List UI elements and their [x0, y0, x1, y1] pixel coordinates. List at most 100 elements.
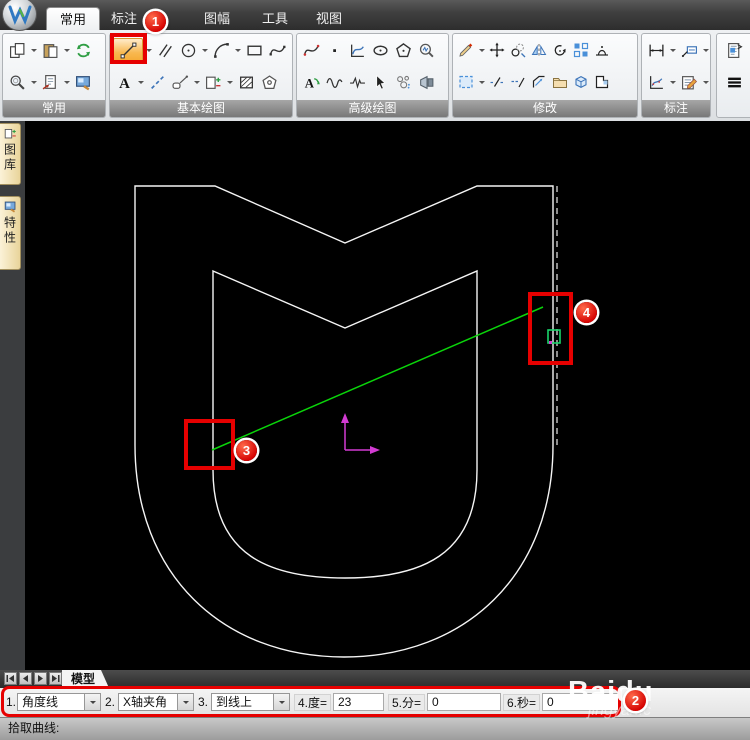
prev-page-button[interactable] — [19, 672, 32, 685]
wave-line-button[interactable] — [323, 70, 345, 95]
mirror-button[interactable] — [529, 38, 549, 63]
parallel-line-button[interactable] — [154, 38, 176, 63]
line-type-dropdown[interactable]: 角度线 — [17, 693, 101, 711]
model-tab[interactable]: 模型 — [62, 670, 109, 688]
array-button[interactable] — [571, 38, 591, 63]
next-page-icon — [38, 675, 43, 682]
preview-button[interactable] — [6, 70, 28, 95]
line-type-dropdown-arrow[interactable] — [84, 694, 100, 710]
last-page-button[interactable] — [49, 672, 62, 685]
degrees-input[interactable] — [333, 693, 384, 711]
next-page-button[interactable] — [34, 672, 47, 685]
minutes-input[interactable] — [427, 693, 501, 711]
paste-special-dropdown-caret[interactable] — [225, 70, 234, 95]
scale-button[interactable] — [592, 38, 612, 63]
break-line-button[interactable] — [346, 70, 368, 95]
polygon-button[interactable] — [392, 38, 414, 63]
paste-special-button[interactable] — [202, 70, 224, 95]
form-button[interactable] — [724, 38, 746, 63]
drawing-canvas[interactable] — [25, 121, 750, 670]
arc-dropdown-caret[interactable] — [233, 38, 242, 63]
step1-badge: 1 — [145, 11, 166, 32]
pointer-button[interactable] — [369, 70, 391, 95]
dim-edit-button[interactable] — [678, 70, 700, 95]
left-sidebar: 图库 特性 — [0, 121, 25, 670]
coordinate-dim-button[interactable] — [678, 38, 700, 63]
first-page-button[interactable] — [4, 672, 17, 685]
tab-sheet[interactable]: 图幅 — [194, 7, 240, 30]
rectangle-button[interactable] — [243, 38, 265, 63]
circle-button[interactable] — [177, 38, 199, 63]
arc-button[interactable] — [210, 38, 232, 63]
move-button[interactable] — [487, 38, 507, 63]
insert-dropdown-caret[interactable] — [62, 70, 71, 95]
rotate-button[interactable] — [550, 38, 570, 63]
ucs-axes-icon — [341, 413, 380, 454]
preview-dropdown-caret[interactable] — [29, 70, 38, 95]
coordinate-dim-dropdown-caret[interactable] — [701, 38, 710, 63]
field2-label: 2. — [105, 695, 116, 709]
spline-button[interactable] — [266, 38, 288, 63]
axis-dim-dropdown-caret[interactable] — [668, 70, 677, 95]
refresh-button[interactable] — [72, 38, 94, 63]
text-dropdown-caret[interactable] — [136, 70, 145, 95]
paste-button[interactable] — [39, 38, 61, 63]
text-button[interactable] — [113, 70, 135, 95]
axis-dim-button[interactable] — [645, 70, 667, 95]
curve-button[interactable] — [300, 38, 322, 63]
increment-text-button[interactable] — [300, 70, 322, 95]
app-logo-button[interactable] — [2, 0, 37, 31]
paste-dropdown-caret[interactable] — [62, 38, 71, 63]
function-curve-button[interactable] — [346, 38, 368, 63]
linear-dim-button[interactable] — [645, 38, 667, 63]
leader-dropdown-caret[interactable] — [192, 70, 201, 95]
erase-dropdown-caret[interactable] — [477, 38, 486, 63]
dim-edit-dropdown-caret[interactable] — [701, 70, 710, 95]
trim-button[interactable] — [487, 70, 507, 95]
point-button[interactable] — [323, 38, 345, 63]
line-tool-button[interactable] — [113, 37, 143, 63]
bubble-button[interactable] — [392, 70, 414, 95]
endpoint-mode-dropdown-arrow[interactable] — [273, 694, 289, 710]
circle-dropdown-caret[interactable] — [200, 38, 209, 63]
tab-view[interactable]: 视图 — [306, 7, 352, 30]
minutes-label: 5.分= — [388, 694, 426, 711]
extend-button[interactable] — [508, 70, 528, 95]
sidebar-tab-properties[interactable]: 特性 — [0, 196, 21, 270]
group-label-modify: 修改 — [453, 100, 637, 117]
erase-button[interactable] — [456, 38, 476, 63]
menu-button[interactable] — [724, 70, 746, 95]
display-style-button[interactable] — [72, 70, 94, 95]
angle-reference-dropdown-arrow[interactable] — [177, 694, 193, 710]
formula-curve-button[interactable] — [415, 38, 437, 63]
tab-home[interactable]: 常用 — [46, 7, 100, 30]
seconds-input[interactable] — [542, 693, 620, 711]
ellipse-button[interactable] — [369, 38, 391, 63]
angle-reference-value: X轴夹角 — [123, 695, 168, 709]
sidebar-tab-library[interactable]: 图库 — [0, 123, 21, 185]
chamfer-button[interactable] — [529, 70, 549, 95]
copy-object-button[interactable] — [508, 38, 528, 63]
leader-button[interactable] — [169, 70, 191, 95]
copy-button[interactable] — [6, 38, 28, 63]
group-label-common: 常用 — [3, 100, 105, 117]
insert-file-button[interactable] — [39, 70, 61, 95]
corner-button[interactable] — [592, 70, 612, 95]
line-dropdown-caret[interactable] — [144, 38, 153, 63]
hatch-button[interactable] — [235, 70, 257, 95]
sketch-line-button[interactable] — [146, 70, 168, 95]
tab-tools[interactable]: 工具 — [252, 7, 298, 30]
seconds-label: 6.秒= — [503, 694, 541, 711]
tag-button[interactable] — [258, 70, 280, 95]
copy-dropdown-caret[interactable] — [29, 38, 38, 63]
tab-annotate[interactable]: 标注 — [102, 7, 146, 30]
select-dropdown-caret[interactable] — [477, 70, 486, 95]
solid-preview-button[interactable] — [415, 70, 437, 95]
angle-reference-dropdown[interactable]: X轴夹角 — [118, 693, 194, 711]
clip-button[interactable] — [550, 70, 570, 95]
linear-dim-dropdown-caret[interactable] — [668, 38, 677, 63]
angle-construction-line[interactable] — [211, 306, 544, 451]
select-button[interactable] — [456, 70, 476, 95]
endpoint-mode-dropdown[interactable]: 到线上 — [211, 693, 290, 711]
view3d-button[interactable] — [571, 70, 591, 95]
